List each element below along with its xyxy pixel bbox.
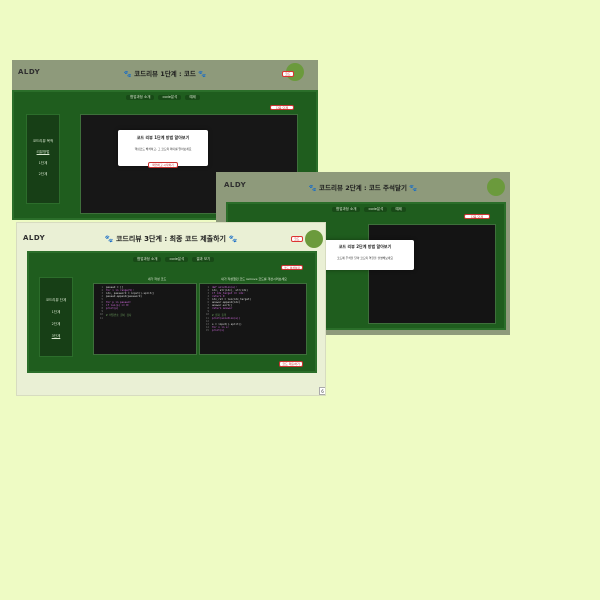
main-panel: 협업과정 소개 code분석 결과 보기 코드 분석하기 코드리뷰 단계 1단계… [27,251,317,373]
sidebar-item[interactable]: 코드리뷰 단계 [40,298,72,303]
page-number: 6 [319,387,325,395]
sidebar-item[interactable]: 리뷰방법 [27,150,59,155]
sidebar-item[interactable]: 코드리뷰 목적 [27,139,59,144]
modal-body: 핵심코드 해석하고, 그 코드의 의미를 알아보세요 [134,147,192,151]
tab-item[interactable]: 예제 [185,95,200,100]
code-line: 11 [97,317,193,320]
tab-item[interactable]: 예제 [391,207,406,212]
code-editor[interactable] [368,224,496,324]
code-text: passwd.append(password) [106,295,142,298]
tab-bar: 협업과정 소개 code분석 결과 보기 [133,257,215,262]
paw-icon: 🐾 [104,235,114,243]
sidebar: 코드리뷰 목적 리뷰방법 1단계 2단계 [26,114,60,204]
mascot-avatar[interactable]: 코드 [282,63,304,81]
left-editor-title: 내가 작성 코드 [147,277,167,281]
code-text: # 비밀번호 길이 검사 [106,314,132,317]
tab-bar: 협업과정 소개 code분석 예제 [332,207,406,212]
sidebar-item[interactable]: 1단계 [27,161,59,166]
code-line: 15 print(x) [203,329,303,332]
next-step-button[interactable]: 다음 단계 [464,214,490,219]
next-step-button[interactable]: 다음 단계 [270,105,294,110]
analyze-code-button[interactable]: 코드 분석하기 [281,265,303,270]
paw-icon: 🐾 [409,184,418,192]
paw-icon: 🐾 [123,70,132,78]
sidebar: 코드리뷰 단계 1단계 2단계 3단계 [39,277,73,357]
left-code-editor[interactable]: 1 passwd = [] 2 for i in range(5): 3 idx, pa… [93,283,197,355]
code-text: return answer [212,307,233,310]
paw-icon: 🐾 [308,184,317,192]
mascot-avatar[interactable]: 코드 [291,230,323,248]
page-title: 🐾 코드리뷰 1단계 : 코드 🐾 [123,70,207,78]
paw-icon: 🐾 [198,70,207,78]
line-number: 11 [99,317,103,320]
line-number: 15 [205,329,209,332]
modal-body: 코드에 주석을 달아 코드의 역할을 설명해보세요 [337,256,393,260]
window-step3: ALDY 🐾 코드리뷰 3단계 : 최종 코드 제출하기 🐾 코드 협업과정 소… [16,222,326,396]
mascot-avatar[interactable] [487,178,505,196]
modal-title: 코드 리뷰 2단계 방법 알아보기 [338,244,392,249]
tab-item[interactable]: 결과 보기 [192,257,215,262]
submit-code-button[interactable]: 코드 제출하기 [279,361,303,367]
sidebar-item[interactable]: 2단계 [27,172,59,177]
tab-item[interactable]: 협업과정 소개 [332,207,361,212]
step2-modal: 코드 리뷰 2단계 방법 알아보기 코드에 주석을 달아 코드의 역할을 설명해… [316,240,414,270]
paw-icon: 🐾 [228,235,238,243]
code-text: print(p) [106,307,119,310]
tab-item[interactable]: code분석 [165,257,189,262]
modal-confirm-button[interactable]: 확인하고 시작하기 [148,162,178,168]
right-editor-title: 내가 작성했던 코드 remove 코드를 개선시켜보세요 [221,277,287,281]
code-text: print(x) [212,329,225,332]
tab-item[interactable]: code분석 [364,207,388,212]
modal-title: 코드 리뷰 1단계 방법 알아보기 [136,135,190,140]
tab-item[interactable]: 협업과정 소개 [133,257,162,262]
mascot-badge: 코드 [282,71,294,77]
page-title: 🐾 코드리뷰 2단계 : 코드 주석달기 🐾 [308,184,418,192]
page-title: 🐾 코드리뷰 3단계 : 최종 코드 제출하기 🐾 [104,235,238,243]
step1-modal: 코드 리뷰 1단계 방법 알아보기 핵심코드 해석하고, 그 코드의 의미를 알… [118,130,208,168]
right-code-editor[interactable]: 1 def solution(s): 2 idx, str(idx), str(id… [199,283,307,355]
tab-item[interactable]: 협업과정 소개 [126,95,155,100]
code-text: print(solution(s)) [212,317,241,320]
tab-bar: 협업과정 소개 code분석 예제 [126,95,200,100]
sidebar-item[interactable]: 2단계 [40,322,72,327]
sidebar-item[interactable]: 3단계 [40,334,72,339]
tab-item[interactable]: code분석 [158,95,182,100]
mascot-badge: 코드 [291,236,303,242]
sidebar-item[interactable]: 1단계 [40,310,72,315]
